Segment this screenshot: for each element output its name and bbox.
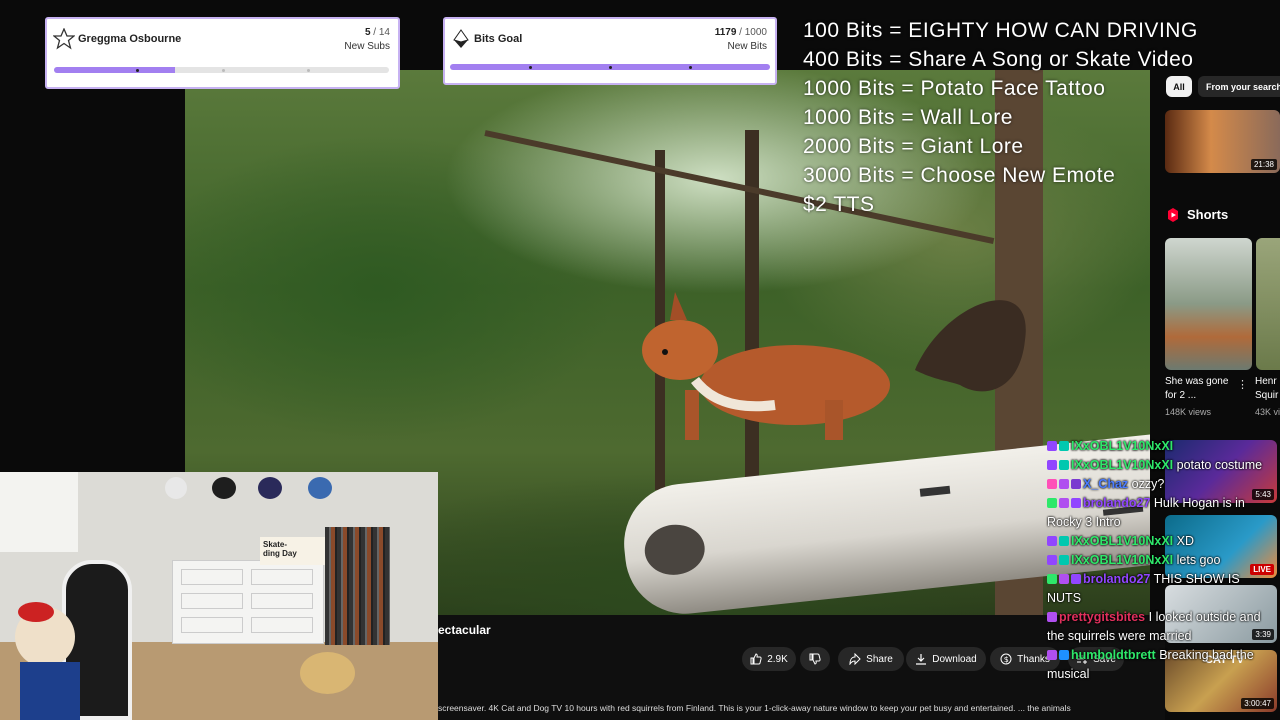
video-duration: 21:38 (1250, 159, 1277, 170)
potato-plush (300, 652, 355, 694)
short-views: 43K vi (1255, 407, 1280, 417)
chat-username: IXxOBL1V10NxXI (1071, 534, 1174, 548)
goal-count: 1179 / 1000 (714, 27, 767, 38)
video-description[interactable]: screensaver. 4K Cat and Dog TV 10 hours … (438, 703, 1153, 713)
download-label: Download (932, 653, 977, 665)
progress-fill (54, 67, 175, 73)
bits-goal-widget: Bits Goal 1179 / 1000 New Bits (443, 17, 777, 85)
short-title[interactable]: She was gone for 2 ... (1165, 375, 1235, 403)
goal-title: Greggma Osbourne (78, 33, 182, 45)
chat-username: brolando27 (1083, 572, 1151, 586)
skate-sign: Skate- ding Day (260, 537, 328, 565)
dvd-shelf (325, 527, 390, 645)
chat-username: IXxOBL1V10NxXI (1071, 553, 1174, 567)
bits-menu-item: $2 TTS (803, 193, 875, 216)
sidebar-video-thumbnail[interactable]: 21:38 (1165, 110, 1280, 173)
share-button[interactable]: Share (838, 647, 904, 671)
bits-menu: 100 Bits = EIGHTY HOW CAN DRIVING 400 Bi… (803, 16, 1198, 219)
chat-username: brolando27 (1083, 496, 1151, 510)
streamer-shirt (20, 662, 80, 720)
chat-text: XD (1176, 534, 1194, 548)
squirrel-image (642, 292, 1026, 440)
like-button[interactable]: 2.9K (742, 647, 796, 671)
svg-text:$: $ (1004, 655, 1009, 664)
chat-username: IXxOBL1V10NxXI (1071, 439, 1174, 453)
chat-message: IXxOBL1V10NxXI lets goo (1047, 551, 1277, 570)
goal-subtitle: New Bits (727, 41, 767, 52)
short-thumbnail[interactable] (1165, 238, 1252, 370)
video-duration: 3:00:47 (1241, 698, 1274, 709)
download-icon (916, 654, 927, 665)
bits-menu-item: 1000 Bits = Wall Lore (803, 106, 1013, 129)
bits-menu-item: 400 Bits = Share A Song or Skate Video (803, 48, 1194, 71)
chat-text: lets goo (1176, 553, 1221, 567)
window (0, 472, 78, 552)
wall-hat (165, 477, 187, 499)
bits-menu-item: 2000 Bits = Giant Lore (803, 135, 1024, 158)
short-thumbnail[interactable] (1256, 238, 1280, 370)
thumbs-down-icon (809, 653, 821, 665)
chat-message: X_Chaz ozzy? (1047, 475, 1277, 494)
goal-title: Bits Goal (474, 33, 523, 45)
subs-progress-bar (54, 67, 389, 73)
bits-gem-icon (453, 29, 469, 48)
red-bow (18, 602, 54, 622)
dislike-button[interactable] (800, 647, 830, 671)
short-title[interactable]: Henr Squir (1255, 375, 1280, 403)
wall-hat (212, 477, 236, 499)
shorts-icon (1168, 208, 1178, 222)
chat-message: brolando27 Hulk Hogan is in Rocky 3 Intr… (1047, 494, 1277, 532)
milestone-tick (136, 68, 139, 72)
chat-text: ozzy? (1131, 477, 1165, 491)
milestone-tick (307, 68, 310, 72)
video-title: ectacular (438, 623, 491, 637)
milestone-tick (609, 65, 612, 69)
download-button[interactable]: Download (906, 647, 986, 671)
white-dresser (172, 560, 324, 644)
chat-message: humboldtbrett Breaking bad the musical (1047, 646, 1277, 684)
short-views: 148K views (1165, 407, 1212, 417)
chat-message: prettygitsbites I looked outside and the… (1047, 608, 1277, 646)
chat-message: IXxOBL1V10NxXI (1047, 437, 1277, 456)
chat-username: humboldtbrett (1071, 648, 1156, 662)
bits-menu-item: 100 Bits = EIGHTY HOW CAN DRIVING (803, 19, 1198, 42)
shorts-heading: Shorts (1187, 207, 1229, 222)
more-options-icon[interactable]: ⋮ (1237, 378, 1248, 391)
star-icon (53, 28, 75, 50)
chat-message: IXxOBL1V10NxXI XD (1047, 532, 1277, 551)
milestone-tick (689, 65, 692, 69)
bits-menu-item: 3000 Bits = Choose New Emote (803, 164, 1116, 187)
thumbs-up-icon (750, 653, 762, 665)
chat-username: X_Chaz (1083, 477, 1129, 491)
bits-progress-bar (450, 64, 770, 70)
wall-hat (258, 477, 282, 499)
webcam-feed: Skate- ding Day (0, 472, 438, 720)
like-count: 2.9K (767, 653, 788, 665)
chip-all[interactable]: All (1166, 76, 1192, 97)
chat-text: potato costume (1176, 458, 1263, 472)
chat-message: IXxOBL1V10NxXI potato costume (1047, 456, 1277, 475)
thanks-label: Thanks (1017, 653, 1050, 665)
chat-username: prettygitsbites (1059, 610, 1146, 624)
chat-overlay: IXxOBL1V10NxXI IXxOBL1V10NxXI potato cos… (1047, 437, 1277, 684)
goal-subtitle: New Subs (344, 41, 390, 52)
subs-goal-widget: Greggma Osbourne 5 / 14 New Subs (45, 17, 400, 89)
thanks-icon: $ (1000, 653, 1012, 665)
goal-count: 5 / 14 (364, 27, 390, 38)
chip-from-your-search[interactable]: From your search (1198, 76, 1280, 97)
bits-menu-item: 1000 Bits = Potato Face Tattoo (803, 77, 1106, 100)
share-label: Share (866, 653, 893, 665)
wall-hat (308, 477, 332, 499)
chat-message: brolando27 THIS SHOW IS NUTS (1047, 570, 1277, 608)
share-icon (849, 653, 861, 665)
chat-username: IXxOBL1V10NxXI (1071, 458, 1174, 472)
milestone-tick (529, 65, 532, 69)
milestone-tick (222, 68, 225, 72)
